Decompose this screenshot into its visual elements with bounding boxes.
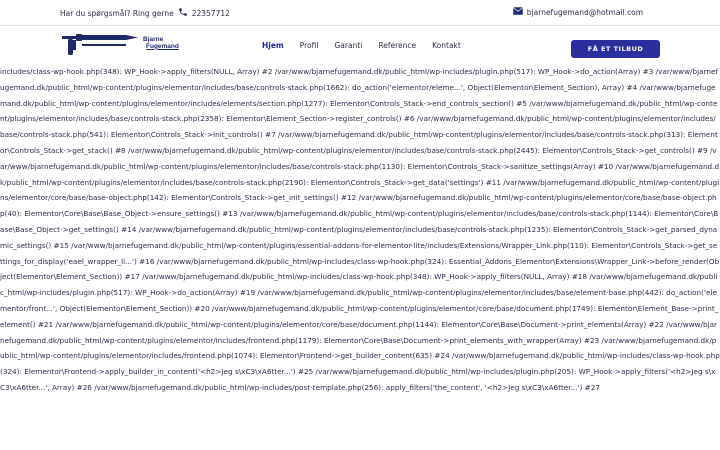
nav-item-reference[interactable]: Reference	[378, 41, 416, 50]
top-info-bar: Har du spørgsmål? Ring gerne 22357712 bj…	[0, 0, 720, 25]
nav-item-kontakt[interactable]: Kontakt	[432, 41, 461, 50]
error-trace-text: includes/class-wp-hook.php(348): WP_Hook…	[0, 67, 720, 392]
nav-item-hjem[interactable]: Hjem	[262, 41, 284, 50]
phone-question-text: Har du spørgsmål? Ring gerne	[60, 8, 174, 18]
email-link[interactable]: bjarnefugemand@hotmail.com	[527, 8, 643, 17]
envelope-icon	[513, 7, 523, 17]
contact-phone-block: Har du spørgsmål? Ring gerne 22357712	[60, 7, 230, 19]
phone-number-link[interactable]: 22357712	[192, 9, 230, 18]
contact-email-block: bjarnefugemand@hotmail.com	[513, 7, 643, 17]
logo-line-2: Fugemand	[146, 42, 179, 50]
site-logo[interactable]: Bjarne Fugemand	[60, 30, 179, 64]
site-header: Bjarne Fugemand Hjem Profil Garanti Refe…	[0, 25, 720, 69]
php-error-trace: includes/class-wp-hook.php(348): WP_Hook…	[0, 64, 720, 450]
nav-item-profil[interactable]: Profil	[300, 41, 319, 50]
phone-icon	[178, 7, 188, 19]
main-nav: Hjem Profil Garanti Reference Kontakt	[262, 41, 477, 50]
get-quote-button[interactable]: FÅ ET TILBUD	[571, 40, 660, 58]
caulking-gun-icon	[62, 34, 138, 55]
nav-item-garanti[interactable]: Garanti	[334, 41, 362, 50]
